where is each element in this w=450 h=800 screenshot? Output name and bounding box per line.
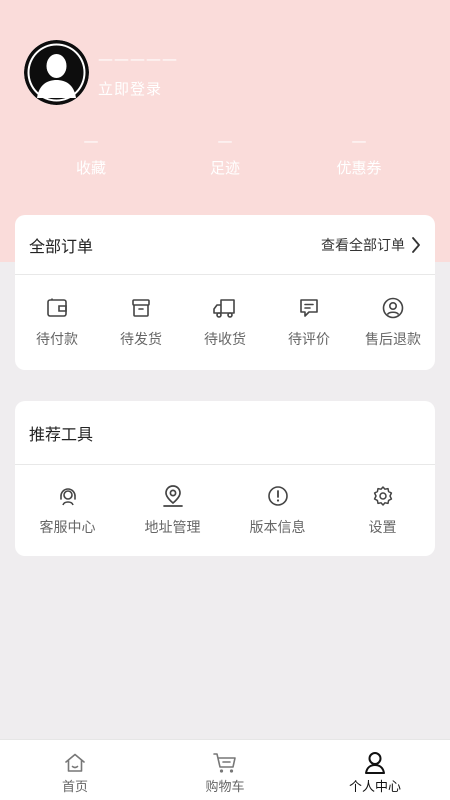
stat-coupons[interactable]: — 优惠券 (304, 132, 414, 178)
order-pending-shipment[interactable]: 待发货 (99, 275, 183, 369)
stat-footprints-value: — (217, 132, 233, 150)
order-pending-receipt-label: 待收货 (204, 332, 246, 348)
tab-cart-label: 购物车 (205, 780, 245, 795)
avatar-placeholder-icon (24, 40, 89, 105)
tab-home-label: 首页 (61, 780, 88, 795)
stat-favorites-label: 收藏 (75, 159, 106, 177)
tool-address-management-label: 地址管理 (144, 520, 201, 536)
order-pending-review-label: 待评价 (288, 332, 330, 348)
tools-card-header: 推荐工具 (15, 401, 435, 465)
tools-card: 推荐工具 客服中心 地址管理 版本信息 设置 (15, 401, 435, 556)
info-icon (265, 483, 291, 509)
tool-version-info[interactable]: 版本信息 (225, 465, 330, 555)
view-all-orders-link[interactable]: 查看全部订单 (321, 235, 421, 255)
tab-profile[interactable]: 个人中心 (300, 740, 450, 800)
order-pending-payment[interactable]: 待付款 (15, 275, 99, 369)
stat-coupons-value: — (351, 132, 367, 150)
wallet-icon (44, 295, 70, 321)
tool-customer-service-label: 客服中心 (39, 520, 96, 536)
order-pending-receipt[interactable]: 待收货 (183, 275, 267, 369)
map-pin-icon (160, 483, 186, 509)
headset-icon (55, 483, 81, 509)
tab-cart[interactable]: 购物车 (150, 740, 300, 800)
cart-icon (212, 750, 238, 776)
order-pending-review[interactable]: 待评价 (267, 275, 351, 369)
order-status-grid: 待付款 待发货 待收货 待评价 售后退款 (15, 275, 435, 369)
tool-version-info-label: 版本信息 (249, 520, 306, 536)
login-link[interactable]: 立即登录 (98, 78, 162, 100)
order-after-sales-label: 售后退款 (365, 332, 421, 348)
tool-address-management[interactable]: 地址管理 (120, 465, 225, 555)
view-all-orders-label: 查看全部订单 (321, 237, 405, 254)
chevron-right-icon (412, 236, 420, 253)
home-icon (62, 750, 88, 776)
tool-customer-service[interactable]: 客服中心 (15, 465, 120, 555)
order-pending-payment-label: 待付款 (36, 332, 78, 348)
stat-footprints[interactable]: — 足迹 (170, 132, 280, 178)
tools-grid: 客服中心 地址管理 版本信息 设置 (15, 465, 435, 555)
box-icon (128, 295, 154, 321)
tab-home[interactable]: 首页 (0, 740, 150, 800)
stat-favorites-value: — (83, 132, 99, 150)
tool-settings[interactable]: 设置 (330, 465, 435, 555)
stat-coupons-label: 优惠券 (336, 159, 382, 177)
tools-title: 推荐工具 (29, 424, 94, 444)
comment-icon (296, 295, 322, 321)
stat-favorites[interactable]: — 收藏 (36, 132, 146, 178)
tool-settings-label: 设置 (368, 520, 397, 536)
orders-card-header: 全部订单 查看全部订单 (15, 215, 435, 275)
tab-profile-label: 个人中心 (348, 780, 401, 795)
orders-card: 全部订单 查看全部订单 待付款 待发货 待收货 待评价 售后退款 (15, 215, 435, 370)
avatar[interactable] (24, 40, 89, 105)
stats-row: — 收藏 — 足迹 — 优惠券 (0, 132, 450, 182)
order-pending-shipment-label: 待发货 (120, 332, 162, 348)
username-placeholder: ————— (98, 50, 178, 68)
stat-footprints-label: 足迹 (209, 159, 240, 177)
gear-icon (370, 483, 396, 509)
person-icon (362, 750, 388, 776)
order-after-sales[interactable]: 售后退款 (351, 275, 435, 369)
orders-title: 全部订单 (29, 236, 94, 256)
truck-icon (212, 295, 238, 321)
user-circle-icon (380, 295, 406, 321)
bottom-tab-bar: 首页 购物车 个人中心 (0, 739, 450, 800)
